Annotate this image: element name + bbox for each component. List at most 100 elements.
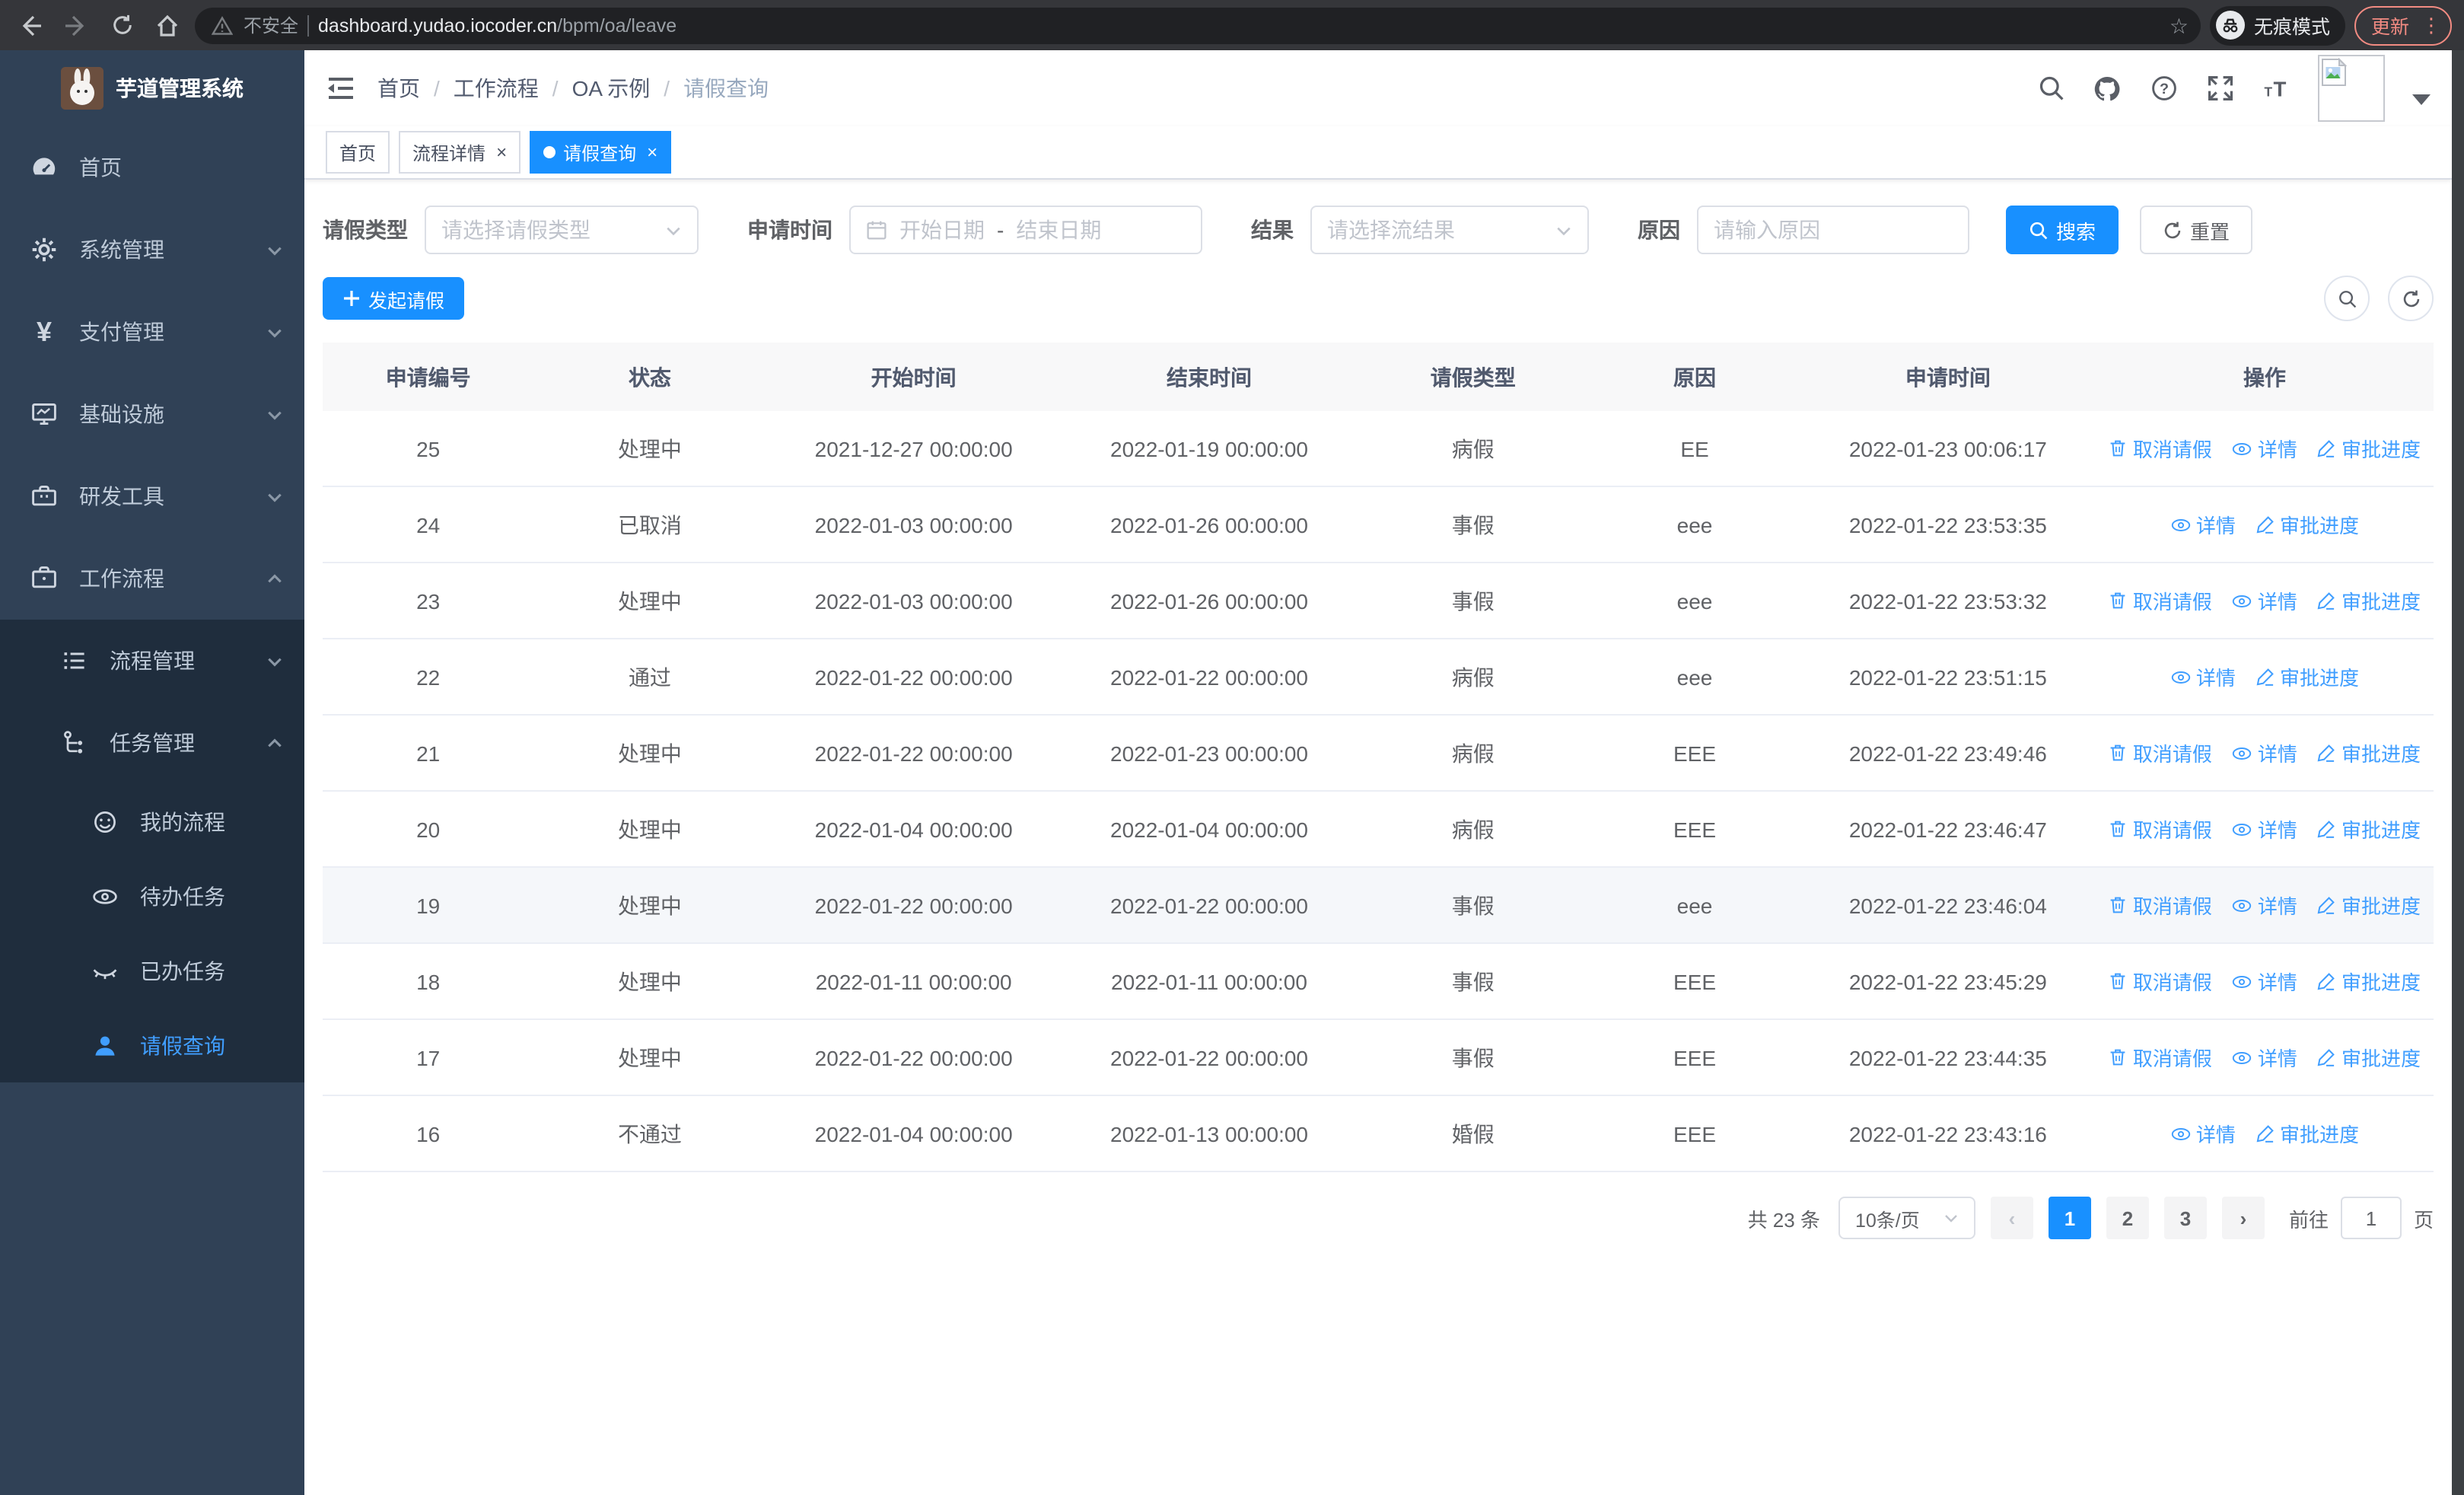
cancel-leave-link[interactable]: 取消请假 xyxy=(2109,1043,2212,1072)
detail-link[interactable]: 详情 xyxy=(2232,1043,2297,1072)
sidebar-item-leave-query[interactable]: 请假查询 xyxy=(0,1008,304,1082)
cell-apply-time: 2022-01-22 23:53:32 xyxy=(1848,588,2047,613)
approval-progress-link[interactable]: 审批进度 xyxy=(2317,891,2421,920)
tag-process-detail[interactable]: 流程详情 × xyxy=(399,131,521,174)
tag-home[interactable]: 首页 xyxy=(326,131,390,174)
browser-back-icon[interactable] xyxy=(12,7,49,43)
detail-link[interactable]: 详情 xyxy=(2232,586,2297,615)
cancel-leave-link[interactable]: 取消请假 xyxy=(2109,586,2212,615)
breadcrumb-workflow[interactable]: 工作流程 xyxy=(454,73,539,104)
browser-reload-icon[interactable] xyxy=(103,7,140,43)
update-button[interactable]: 更新 ⋮ xyxy=(2354,5,2452,45)
svg-text:T: T xyxy=(2274,77,2287,100)
sidebar-item-system[interactable]: 系统管理 xyxy=(0,209,304,291)
approval-progress-link[interactable]: 审批进度 xyxy=(2255,662,2359,691)
reason-input[interactable]: 请输入原因 xyxy=(1697,206,1969,254)
url-bar[interactable]: 不安全 dashboard.yudao.iocoder.cn/bpm/oa/le… xyxy=(195,7,2201,43)
table-row: 20 处理中 2022-01-04 00:00:00 2022-01-04 00… xyxy=(323,792,2434,868)
approval-progress-link[interactable]: 审批进度 xyxy=(2317,738,2421,767)
window-scrollbar-track[interactable] xyxy=(2452,50,2464,1495)
sidebar-item-my-process[interactable]: 我的流程 xyxy=(0,784,304,859)
page-button-3[interactable]: 3 xyxy=(2163,1197,2207,1239)
approval-progress-link[interactable]: 审批进度 xyxy=(2255,1119,2359,1148)
page-button-2[interactable]: 2 xyxy=(2106,1197,2149,1239)
result-select[interactable]: 请选择流结果 xyxy=(1310,206,1589,254)
cell-start-time: 2022-01-22 00:00:00 xyxy=(814,893,1013,917)
cell-leave-type: 病假 xyxy=(1451,817,1495,841)
cell-leave-type: 事假 xyxy=(1451,588,1495,613)
approval-progress-link[interactable]: 审批进度 xyxy=(2317,434,2421,463)
eye-closed-icon xyxy=(91,957,119,984)
cancel-leave-link[interactable]: 取消请假 xyxy=(2109,814,2212,843)
help-icon[interactable]: ? xyxy=(2149,74,2178,103)
sidebar-item-task-mgmt[interactable]: 任务管理 xyxy=(0,702,304,784)
detail-link[interactable]: 详情 xyxy=(2232,738,2297,767)
browser-forward-icon[interactable] xyxy=(58,7,94,43)
cancel-leave-link[interactable]: 取消请假 xyxy=(2109,891,2212,920)
sidebar-item-home[interactable]: 首页 xyxy=(0,126,304,209)
close-icon[interactable]: × xyxy=(496,142,507,163)
sidebar-item-infrastructure[interactable]: 基础设施 xyxy=(0,373,304,455)
refresh-button[interactable] xyxy=(2388,276,2434,321)
detail-link[interactable]: 详情 xyxy=(2232,891,2297,920)
table-row: 25 处理中 2021-12-27 00:00:00 2022-01-19 00… xyxy=(323,411,2434,487)
prev-page-button[interactable]: ‹ xyxy=(1990,1197,2033,1239)
sidebar-item-workflow[interactable]: 工作流程 xyxy=(0,537,304,620)
cell-leave-type: 事假 xyxy=(1451,512,1495,537)
approval-progress-link[interactable]: 审批进度 xyxy=(2317,814,2421,843)
approval-progress-link[interactable]: 审批进度 xyxy=(2317,586,2421,615)
avatar[interactable] xyxy=(2318,55,2385,122)
sidebar-item-process-mgmt[interactable]: 流程管理 xyxy=(0,620,304,702)
next-page-button[interactable]: › xyxy=(2221,1197,2265,1239)
bookmark-icon[interactable]: ☆ xyxy=(2170,14,2189,36)
detail-link[interactable]: 详情 xyxy=(2170,1119,2236,1148)
chevron-down-icon[interactable] xyxy=(2412,94,2431,104)
cell-apply-time: 2022-01-22 23:45:29 xyxy=(1848,969,2047,993)
detail-link[interactable]: 详情 xyxy=(2232,434,2297,463)
font-size-icon[interactable]: TT xyxy=(2262,74,2291,103)
search-icon[interactable] xyxy=(2036,74,2065,103)
collapse-sidebar-icon[interactable] xyxy=(326,73,356,104)
sidebar-item-todo-tasks[interactable]: 待办任务 xyxy=(0,859,304,933)
show-search-button[interactable] xyxy=(2324,276,2370,321)
breadcrumb-home[interactable]: 首页 xyxy=(377,73,420,104)
github-icon[interactable] xyxy=(2093,74,2122,103)
breadcrumb-oa-example[interactable]: OA 示例 xyxy=(572,73,651,104)
detail-link[interactable]: 详情 xyxy=(2232,814,2297,843)
security-warning-icon[interactable] xyxy=(210,7,234,43)
detail-link[interactable]: 详情 xyxy=(2170,510,2236,539)
cancel-leave-link[interactable]: 取消请假 xyxy=(2109,738,2212,767)
cancel-leave-link[interactable]: 取消请假 xyxy=(2109,967,2212,996)
cancel-leave-link[interactable]: 取消请假 xyxy=(2109,434,2212,463)
detail-link[interactable]: 详情 xyxy=(2232,967,2297,996)
approval-progress-link[interactable]: 审批进度 xyxy=(2317,967,2421,996)
sidebar-item-payment[interactable]: ¥ 支付管理 xyxy=(0,291,304,373)
sidebar-item-devtools[interactable]: 研发工具 xyxy=(0,455,304,537)
tags-view: 首页 流程详情 × 请假查询 × xyxy=(304,126,2452,180)
chevron-down-icon xyxy=(266,488,283,505)
fullscreen-icon[interactable] xyxy=(2205,74,2234,103)
create-leave-button[interactable]: 发起请假 xyxy=(323,277,465,320)
browser-menu-icon[interactable]: ⋮ xyxy=(2421,15,2441,35)
page-button-1[interactable]: 1 xyxy=(2048,1197,2091,1239)
detail-link[interactable]: 详情 xyxy=(2170,662,2236,691)
close-icon[interactable]: × xyxy=(647,142,657,163)
cell-id: 20 xyxy=(416,817,441,841)
search-button[interactable]: 搜索 xyxy=(2006,206,2119,254)
approval-progress-link[interactable]: 审批进度 xyxy=(2317,1043,2421,1072)
leave-type-select[interactable]: 请选择请假类型 xyxy=(425,206,699,254)
approval-progress-link[interactable]: 审批进度 xyxy=(2255,510,2359,539)
eye-open-icon xyxy=(91,882,119,910)
browser-home-icon[interactable] xyxy=(149,7,186,43)
cell-actions: 取消请假 详情 审批进度 xyxy=(2096,738,2434,767)
monitor-icon xyxy=(30,400,58,428)
reset-button[interactable]: 重置 xyxy=(2140,206,2253,254)
incognito-icon xyxy=(2215,11,2245,40)
apply-time-range-picker[interactable]: 开始日期 - 结束日期 xyxy=(849,206,1202,254)
goto-page-input[interactable] xyxy=(2340,1197,2402,1239)
tag-leave-query[interactable]: 请假查询 × xyxy=(530,131,672,174)
cell-apply-time: 2022-01-22 23:53:35 xyxy=(1848,512,2047,537)
page-size-select[interactable]: 10条/页 xyxy=(1838,1197,1975,1239)
cell-reason: eee xyxy=(1676,588,1713,613)
sidebar-item-done-tasks[interactable]: 已办任务 xyxy=(0,933,304,1008)
